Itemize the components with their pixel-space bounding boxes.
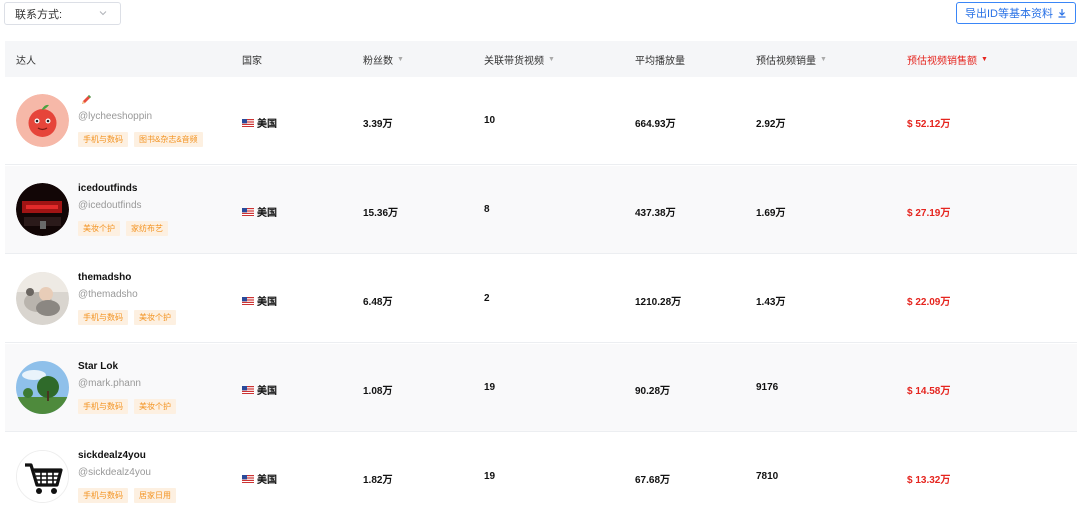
lychee-avatar[interactable]	[16, 94, 69, 147]
us-flag-icon	[242, 207, 254, 216]
category-tag: 手机与数码	[78, 488, 128, 503]
followers-cell: 6.48万	[363, 297, 393, 308]
chevron-down-icon	[99, 11, 107, 16]
us-flag-icon	[242, 385, 254, 394]
avg-views-cell: 90.28万	[635, 386, 671, 397]
related-videos-cell: 10	[484, 115, 496, 126]
sort-caret-icon: ▼	[548, 55, 555, 63]
sort-caret-icon: ▼	[397, 55, 404, 63]
country-cell: 美国	[242, 204, 277, 219]
country-cell: 美国	[242, 293, 277, 308]
country-cell: 美国	[242, 115, 277, 130]
est-revenue-cell: $ 22.09万	[907, 297, 951, 308]
category-tags: 手机与数码 美妆个护	[78, 310, 176, 325]
followers-cell: 1.82万	[363, 475, 393, 486]
category-tags: 美妆个护 家纺布艺	[78, 221, 168, 236]
category-tags: 手机与数码 居家日用	[78, 488, 176, 503]
download-icon	[1058, 9, 1066, 18]
column-header-followers[interactable]: 粉丝数 ▼	[363, 41, 404, 77]
country-cell: 美国	[242, 471, 277, 486]
table-row[interactable]: Star Lok @mark.phann 手机与数码 美妆个护 美国 1.08万…	[5, 344, 1077, 432]
category-tag: 手机与数码	[78, 132, 128, 147]
creator-name[interactable]: icedoutfinds	[78, 183, 137, 194]
table-row[interactable]: @lycheeshoppin 手机与数码 图书&杂志&音频 美国 3.39万 1…	[5, 77, 1077, 165]
avg-views-cell: 67.68万	[635, 475, 671, 486]
pencil-emoji-icon	[82, 95, 91, 104]
column-header-creator: 达人	[16, 55, 36, 67]
column-header-country: 国家	[242, 55, 262, 67]
followers-cell: 15.36万	[363, 208, 399, 219]
sort-caret-icon: ▼	[820, 55, 827, 63]
category-tag: 美妆个护	[78, 221, 120, 236]
column-header-avg-views: 平均播放量	[635, 55, 685, 67]
us-flag-icon	[242, 296, 254, 305]
est-revenue-cell: $ 27.19万	[907, 208, 951, 219]
creator-name[interactable]: sickdealz4you	[78, 450, 146, 461]
category-tag: 手机与数码	[78, 399, 128, 414]
landscape-avatar[interactable]	[16, 361, 69, 414]
related-videos-cell: 19	[484, 382, 496, 393]
creator-name[interactable]: Star Lok	[78, 361, 118, 372]
related-videos-cell: 19	[484, 471, 496, 482]
person-avatar[interactable]	[16, 272, 69, 325]
est-sales-cell: 9176	[756, 382, 779, 393]
creator-name[interactable]: themadsho	[78, 272, 131, 283]
creator-handle: @lycheeshoppin	[78, 111, 153, 122]
est-sales-cell: 1.43万	[756, 297, 786, 308]
avg-views-cell: 664.93万	[635, 119, 676, 130]
related-videos-cell: 2	[484, 293, 490, 304]
avg-views-cell: 1210.28万	[635, 297, 682, 308]
est-sales-cell: 2.92万	[756, 119, 786, 130]
est-sales-cell: 1.69万	[756, 208, 786, 219]
est-revenue-cell: $ 52.12万	[907, 119, 951, 130]
us-flag-icon	[242, 118, 254, 127]
creator-handle: @sickdealz4you	[78, 467, 151, 478]
table-row[interactable]: sickdealz4you @sickdealz4you 手机与数码 居家日用 …	[5, 433, 1077, 520]
avg-views-cell: 437.38万	[635, 208, 676, 219]
us-flag-icon	[242, 474, 254, 483]
category-tags: 手机与数码 图书&杂志&音频	[78, 132, 203, 147]
followers-cell: 3.39万	[363, 119, 393, 130]
est-revenue-cell: $ 14.58万	[907, 386, 951, 397]
country-cell: 美国	[242, 382, 277, 397]
est-sales-cell: 7810	[756, 471, 779, 482]
category-tag: 家纺布艺	[126, 221, 168, 236]
table-row[interactable]: icedoutfinds @icedoutfinds 美妆个护 家纺布艺 美国 …	[5, 166, 1077, 254]
cart-avatar[interactable]	[16, 450, 69, 503]
est-revenue-cell: $ 13.32万	[907, 475, 951, 486]
followers-cell: 1.08万	[363, 386, 393, 397]
category-tag: 美妆个护	[134, 399, 176, 414]
column-header-related-videos[interactable]: 关联带货视频 ▼	[484, 41, 555, 77]
related-videos-cell: 8	[484, 204, 490, 215]
creator-handle: @themadsho	[78, 289, 138, 300]
dark-room-avatar[interactable]	[16, 183, 69, 236]
category-tag: 手机与数码	[78, 310, 128, 325]
creator-handle: @icedoutfinds	[78, 200, 142, 211]
column-header-est-revenue[interactable]: 预估视频销售额 ▼	[907, 41, 988, 77]
category-tags: 手机与数码 美妆个护	[78, 399, 176, 414]
category-tag: 居家日用	[134, 488, 176, 503]
column-header-est-sales[interactable]: 预估视频销量 ▼	[756, 41, 827, 77]
creator-handle: @mark.phann	[78, 378, 141, 389]
sort-caret-icon: ▼	[981, 55, 988, 63]
export-button-label: 导出ID等基本资料	[965, 8, 1053, 20]
contact-method-label: 联系方式:	[15, 8, 63, 21]
export-basic-info-button[interactable]: 导出ID等基本资料	[956, 2, 1076, 24]
table-row[interactable]: themadsho @themadsho 手机与数码 美妆个护 美国 6.48万…	[5, 255, 1077, 343]
category-tag: 美妆个护	[134, 310, 176, 325]
contact-method-select[interactable]: 联系方式:	[4, 2, 121, 25]
category-tag: 图书&杂志&音频	[134, 132, 203, 147]
